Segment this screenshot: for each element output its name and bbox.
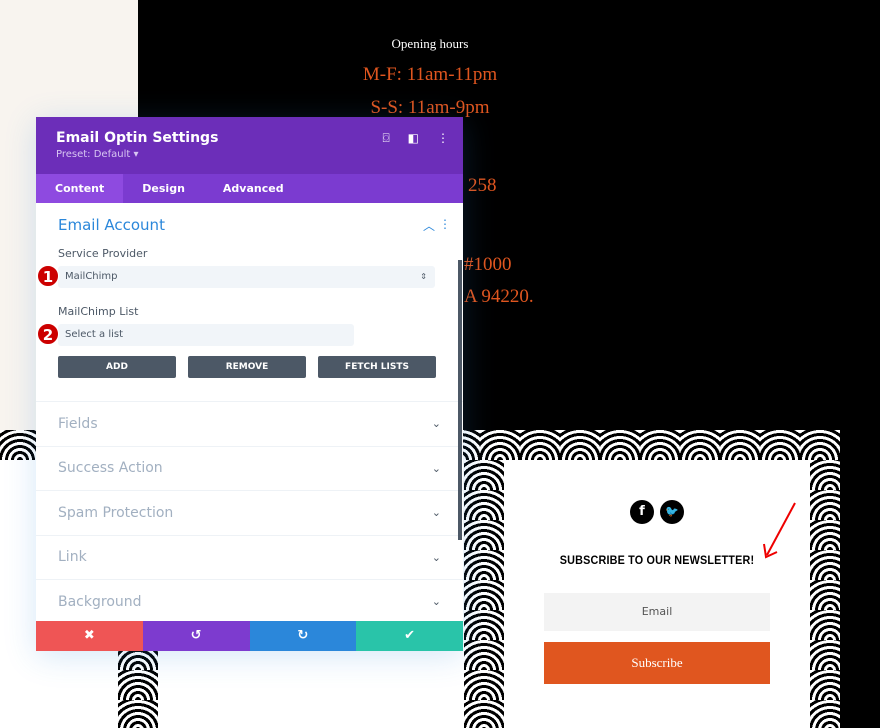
newsletter-heading: SUBSCRIBE TO OUR NEWSLETTER! [559, 553, 755, 567]
add-button[interactable]: ADD [58, 356, 176, 378]
list-label: MailChimp List [58, 305, 139, 318]
section-label: Link [58, 549, 87, 566]
hours-line: S-S: 11am-9pm [370, 97, 490, 118]
panel-tabs: Content Design Advanced [36, 174, 463, 203]
select-arrows-icon: ⇕ [420, 272, 427, 281]
annotation-arrow-icon [763, 502, 796, 559]
settings-panel: Email Optin Settings Preset: Default ▾ ⌼… [36, 117, 463, 651]
annotation-marker-1: 1 [37, 265, 59, 287]
email-account-section: Email Account ︿ ⋮ Service Provider MailC… [36, 203, 463, 401]
scrollbar[interactable] [458, 260, 462, 540]
redo-button[interactable]: ↻ [249, 621, 357, 651]
phone-line: 258 [468, 175, 497, 196]
section-label: Spam Protection [58, 504, 174, 521]
chevron-up-icon[interactable]: ︿ [423, 217, 435, 234]
annotation-marker-2: 2 [37, 323, 59, 345]
opening-hours-title: Opening hours [391, 36, 469, 51]
more-vertical-icon[interactable]: ⋮ [437, 131, 449, 146]
email-input[interactable]: Email [544, 593, 770, 631]
section-label: Success Action [58, 460, 163, 477]
cancel-button[interactable]: ✖ [36, 621, 143, 651]
service-provider-select[interactable]: MailChimp ⇕ [58, 266, 435, 288]
preset-dropdown[interactable]: Preset: Default ▾ [56, 149, 443, 160]
tab-design[interactable]: Design [123, 174, 204, 203]
pattern-column [464, 460, 504, 728]
twitter-icon[interactable]: 🐦 [660, 500, 684, 524]
panel-footer: ✖ ↺ ↻ ✔ [36, 621, 463, 651]
focus-icon[interactable]: ⌼ [382, 131, 389, 146]
fetch-lists-button[interactable]: FETCH LISTS [318, 356, 436, 378]
chevron-down-icon: ⌄ [431, 595, 441, 609]
section-success-action[interactable]: Success Action ⌄ [36, 445, 463, 491]
tab-advanced[interactable]: Advanced [204, 174, 303, 203]
pattern-column [810, 460, 840, 728]
facebook-icon[interactable]: f [630, 500, 654, 524]
list-select[interactable]: Select a list [58, 324, 354, 346]
tab-content[interactable]: Content [36, 174, 124, 203]
section-background[interactable]: Background ⌄ [36, 579, 463, 624]
chevron-down-icon: ⌄ [431, 506, 441, 520]
address-line: A 94220. [464, 286, 534, 307]
section-title[interactable]: Email Account [58, 203, 441, 243]
chevron-down-icon: ⌄ [431, 550, 441, 564]
panel-header: Email Optin Settings Preset: Default ▾ ⌼… [36, 117, 463, 174]
section-fields[interactable]: Fields ⌄ [36, 401, 463, 446]
section-label: Fields [58, 415, 98, 432]
section-spam-protection[interactable]: Spam Protection ⌄ [36, 490, 463, 535]
section-label: Background [58, 593, 142, 610]
remove-button[interactable]: REMOVE [188, 356, 306, 378]
undo-button[interactable]: ↺ [142, 621, 250, 651]
select-value: MailChimp [65, 271, 118, 282]
address-line: #1000 [464, 254, 512, 275]
section-link[interactable]: Link ⌄ [36, 534, 463, 580]
hours-line: M-F: 11am-11pm [362, 64, 498, 85]
chevron-down-icon: ⌄ [431, 417, 441, 431]
service-provider-label: Service Provider [58, 247, 148, 260]
chevron-down-icon: ⌄ [431, 461, 441, 475]
more-vertical-icon[interactable]: ⋮ [439, 217, 451, 231]
subscribe-button[interactable]: Subscribe [544, 642, 770, 684]
save-button[interactable]: ✔ [356, 621, 463, 651]
split-view-icon[interactable]: ◧ [408, 131, 419, 146]
